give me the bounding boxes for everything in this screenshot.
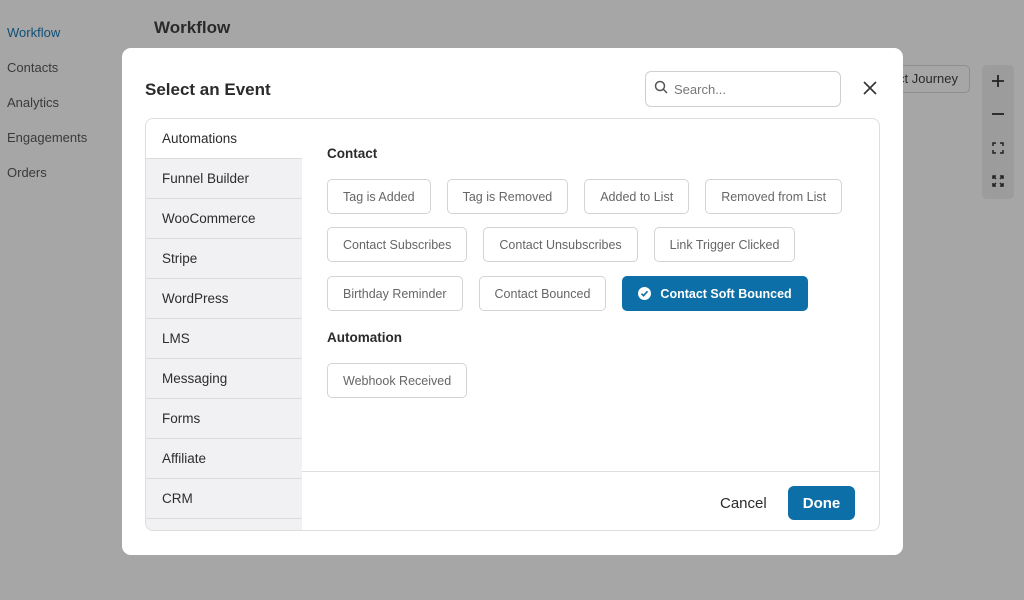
search-input[interactable] [674,81,824,97]
modal-footer: Cancel Done [302,471,879,530]
zoom-out-icon[interactable] [982,98,1014,130]
event-contact-unsubscribes[interactable]: Contact Unsubscribes [483,227,638,262]
category-list: Automations Funnel Builder WooCommerce S… [146,119,302,530]
category-forms[interactable]: Forms [146,399,302,439]
page-title: Workflow [154,18,231,37]
event-label: Contact Soft Bounced [660,286,792,301]
sidebar: Workflow Contacts Analytics Engagements … [0,0,130,600]
sidebar-item-workflow[interactable]: Workflow [7,25,60,40]
event-birthday-reminder[interactable]: Birthday Reminder [327,276,463,311]
zoom-in-icon[interactable] [982,65,1014,97]
done-button[interactable]: Done [788,486,855,520]
event-tag-is-added[interactable]: Tag is Added [327,179,431,214]
select-event-modal: Select an Event Automations Funnel Build… [122,48,903,555]
group-title-contact: Contact [327,146,378,161]
search-box[interactable] [645,71,841,107]
category-lms[interactable]: LMS [146,319,302,359]
category-stripe[interactable]: Stripe [146,239,302,279]
category-funnel-builder[interactable]: Funnel Builder [146,159,302,199]
category-wordpress[interactable]: WordPress [146,279,302,319]
category-woocommerce[interactable]: WooCommerce [146,199,302,239]
sidebar-item-analytics[interactable]: Analytics [7,95,59,110]
event-removed-from-list[interactable]: Removed from List [705,179,843,214]
sidebar-item-contacts[interactable]: Contacts [7,60,58,75]
cancel-button[interactable]: Cancel [720,495,767,512]
sidebar-item-orders[interactable]: Orders [7,165,47,180]
category-messaging[interactable]: Messaging [146,359,302,399]
modal-title: Select an Event [145,80,271,99]
zoom-controls [982,65,1014,199]
search-icon [654,80,668,99]
category-affiliate[interactable]: Affiliate [146,439,302,479]
event-tag-is-removed[interactable]: Tag is Removed [446,179,569,214]
event-contact-bounced[interactable]: Contact Bounced [478,276,607,311]
sidebar-item-engagements[interactable]: Engagements [7,130,87,145]
event-list: Contact Tag is Added Tag is Removed Adde… [302,119,879,471]
fit-view-icon[interactable] [982,132,1014,164]
fullscreen-icon[interactable] [982,165,1014,197]
event-panel: Automations Funnel Builder WooCommerce S… [145,118,880,531]
event-link-trigger-clicked[interactable]: Link Trigger Clicked [653,227,796,262]
close-icon[interactable] [861,79,879,97]
event-webhook-received[interactable]: Webhook Received [327,363,468,398]
group-title-automation: Automation [327,330,402,345]
check-circle-icon [638,287,652,300]
category-crm[interactable]: CRM [146,479,302,519]
category-automations[interactable]: Automations [146,119,302,159]
event-contact-subscribes[interactable]: Contact Subscribes [327,227,468,262]
event-contact-soft-bounced[interactable]: Contact Soft Bounced [622,276,808,311]
event-added-to-list[interactable]: Added to List [584,179,690,214]
